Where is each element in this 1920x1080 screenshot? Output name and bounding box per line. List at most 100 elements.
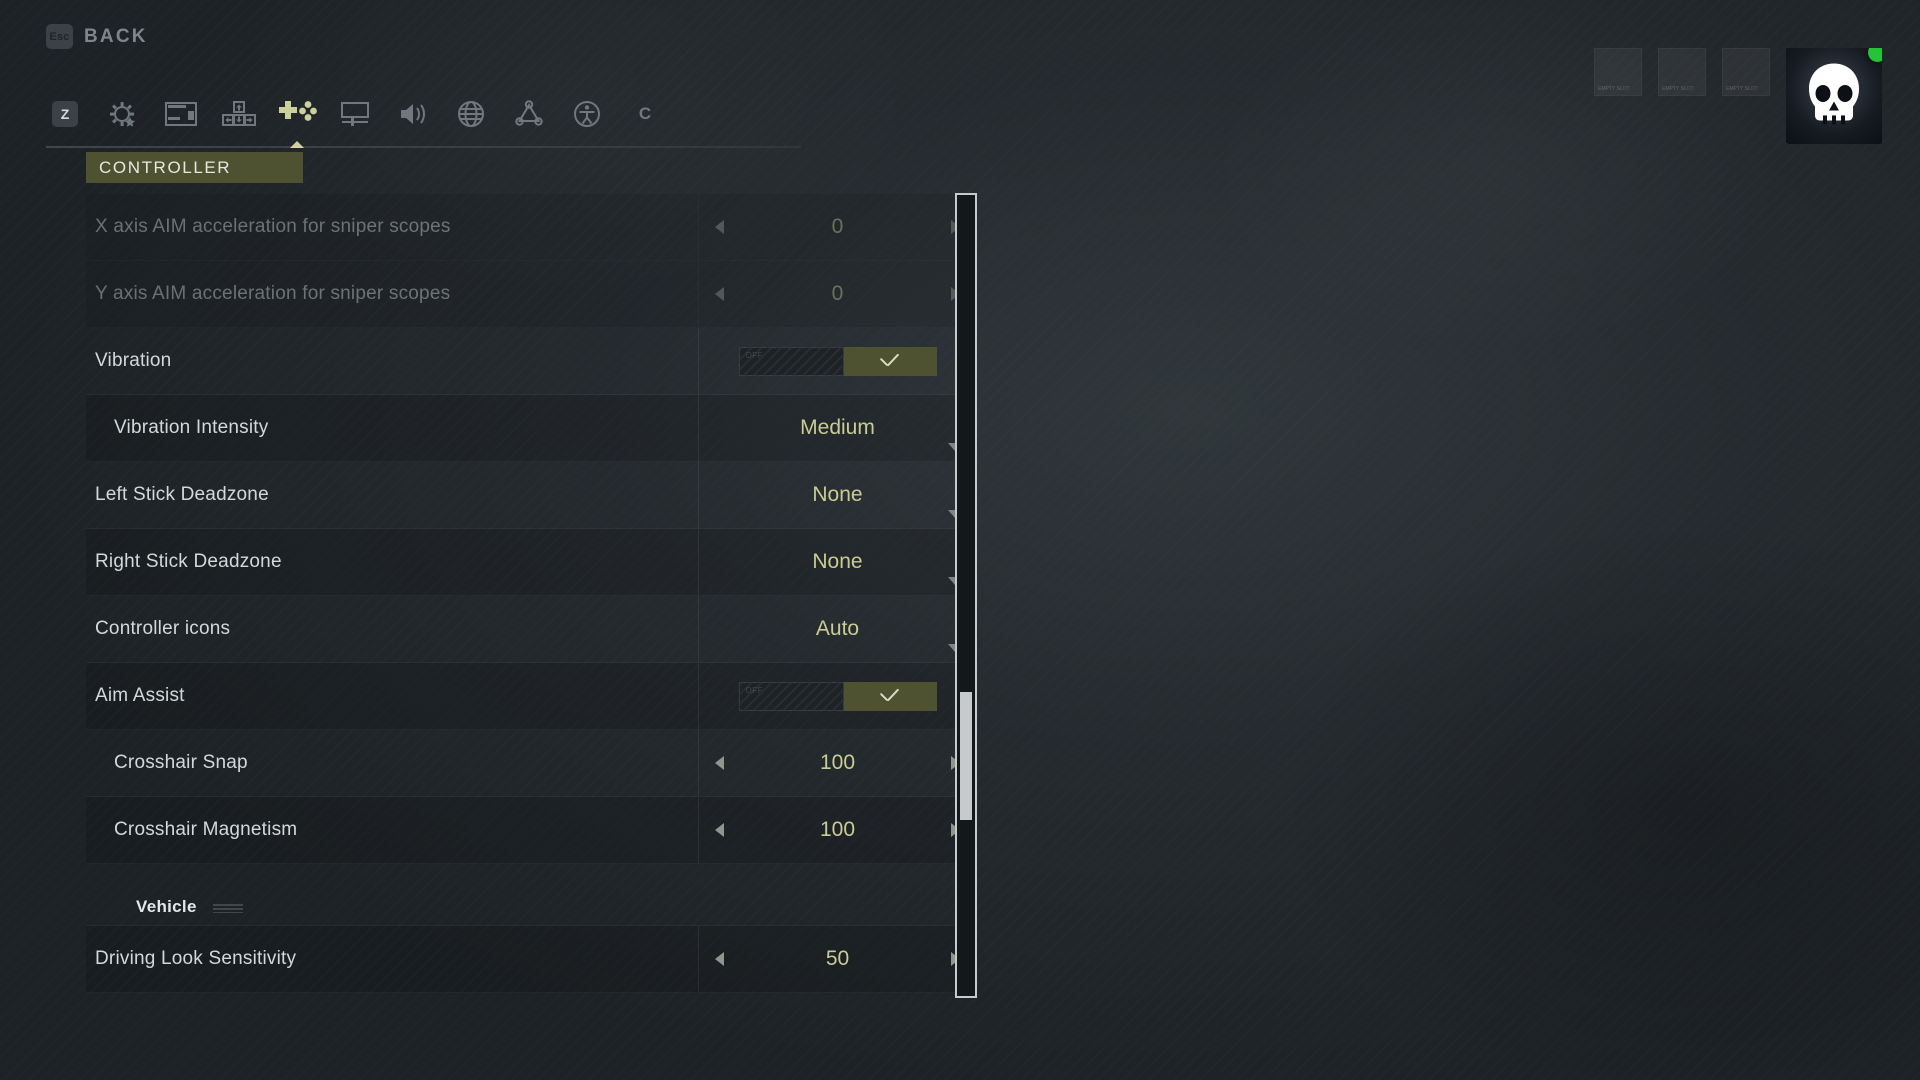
stepper-value: 50 <box>825 947 850 970</box>
globe-icon <box>458 101 484 127</box>
setting-control: None <box>698 529 976 595</box>
toggle-on-side[interactable] <box>843 346 937 376</box>
squad-slot-2[interactable]: EMPTY SLOT <box>1658 48 1706 96</box>
player-avatar[interactable] <box>1786 48 1882 144</box>
tab-keybinds[interactable]: Z <box>36 88 94 140</box>
speaker-icon <box>401 104 425 124</box>
tab-gameplay[interactable] <box>94 88 152 140</box>
setting-label: X axis AIM acceleration for sniper scope… <box>95 216 451 237</box>
tab-language[interactable] <box>442 88 500 140</box>
dropdown-left-stick-deadzone[interactable]: None <box>699 462 976 528</box>
back-label: BACK <box>84 25 148 47</box>
squad-slot-2-tag: EMPTY SLOT <box>1662 86 1694 92</box>
setting-label: Crosshair Magnetism <box>114 819 298 840</box>
setting-row-right-stick-deadzone[interactable]: Right Stick Deadzone None <box>86 529 976 596</box>
tab-accessibility[interactable] <box>558 88 616 140</box>
esc-key-icon: Esc <box>46 24 73 49</box>
squad-slot-1[interactable]: EMPTY SLOT <box>1594 48 1642 96</box>
settings-tab-strip: Z C <box>36 88 674 140</box>
setting-row-crosshair-magnetism[interactable]: Crosshair Magnetism 100 <box>86 797 976 864</box>
section-title-label: CONTROLLER <box>99 157 232 177</box>
monitor-icon <box>341 102 369 126</box>
tab-strip-divider <box>46 146 801 148</box>
toggle-aim-assist[interactable]: OFF <box>738 681 937 711</box>
setting-control: 0 <box>698 261 976 327</box>
stepper-crosshair-snap[interactable]: 100 <box>699 730 976 796</box>
tab-controller[interactable] <box>268 88 326 140</box>
tab-keyboard[interactable] <box>210 88 268 140</box>
stepper-decrease-arrow-icon[interactable] <box>715 823 724 837</box>
squad-slot-3-tag: EMPTY SLOT <box>1726 86 1758 92</box>
stepper-decrease-arrow-icon[interactable] <box>715 287 724 301</box>
squad-bar: EMPTY SLOT EMPTY SLOT EMPTY SLOT <box>1594 48 1882 144</box>
setting-row-vibration-intensity[interactable]: Vibration Intensity Medium <box>86 395 976 462</box>
toggle-off-label: OFF <box>745 685 763 695</box>
setting-control: 0 <box>698 194 976 260</box>
toggle-off-label: OFF <box>745 350 763 360</box>
stepper-value: 100 <box>819 818 856 841</box>
checkmark-icon <box>879 690 901 702</box>
setting-row-crosshair-snap[interactable]: Crosshair Snap 100 <box>86 730 976 797</box>
layout-panel-icon <box>165 102 197 126</box>
setting-control: 50 <box>698 926 976 992</box>
squad-slot-1-tag: EMPTY SLOT <box>1598 86 1630 92</box>
setting-row-vibration[interactable]: Vibration OFF <box>86 328 976 395</box>
setting-label: Vibration <box>95 350 172 371</box>
setting-row-left-stick-deadzone[interactable]: Left Stick Deadzone None <box>86 462 976 529</box>
toggle-off-side[interactable]: OFF <box>738 346 844 376</box>
tab-network[interactable] <box>500 88 558 140</box>
group-header-decoration <box>212 904 243 913</box>
z-key-icon: Z <box>52 101 78 127</box>
stepper-crosshair-magnetism[interactable]: 100 <box>699 797 976 863</box>
stepper-value: 0 <box>831 282 844 305</box>
section-title-controller: CONTROLLER <box>86 152 303 183</box>
stepper-x-axis-aim-acceleration-for-sniper-scopes[interactable]: 0 <box>699 194 976 260</box>
wasd-keys-icon <box>222 101 256 126</box>
skull-avatar-icon <box>1809 63 1859 125</box>
dropdown-value: None <box>812 483 863 506</box>
settings-scrollbar-track[interactable] <box>955 193 977 998</box>
setting-label: Left Stick Deadzone <box>95 484 269 505</box>
stepper-y-axis-aim-acceleration-for-sniper-scopes[interactable]: 0 <box>699 261 976 327</box>
checkmark-icon <box>879 355 901 367</box>
setting-label: Vibration Intensity <box>114 417 269 438</box>
stepper-driving-look-sensitivity[interactable]: 50 <box>699 926 976 992</box>
setting-control: None <box>698 462 976 528</box>
setting-label: Right Stick Deadzone <box>95 551 282 572</box>
toggle-on-side[interactable] <box>843 681 937 711</box>
setting-label: Driving Look Sensitivity <box>95 948 297 969</box>
setting-row-driving-look-sensitivity[interactable]: Driving Look Sensitivity 50 <box>86 926 976 993</box>
dropdown-right-stick-deadzone[interactable]: None <box>699 529 976 595</box>
tab-display[interactable] <box>326 88 384 140</box>
tab-audio[interactable] <box>384 88 442 140</box>
squad-slot-3[interactable]: EMPTY SLOT <box>1722 48 1770 96</box>
stepper-decrease-arrow-icon[interactable] <box>715 756 724 770</box>
setting-row-x-axis-aim-acceleration-for-sniper-scopes: X axis AIM acceleration for sniper scope… <box>86 194 976 261</box>
setting-control: Auto <box>698 596 976 662</box>
settings-scrollbar-thumb[interactable] <box>960 691 972 820</box>
tab-credits[interactable]: C <box>616 88 674 140</box>
settings-list: X axis AIM acceleration for sniper scope… <box>86 194 976 994</box>
dropdown-value: Auto <box>815 617 860 640</box>
dropdown-vibration-intensity[interactable]: Medium <box>699 395 976 461</box>
stepper-value: 100 <box>819 751 856 774</box>
setting-row-aim-assist[interactable]: Aim Assist OFF <box>86 663 976 730</box>
setting-control: 100 <box>698 730 976 796</box>
back-button[interactable]: Esc BACK <box>46 24 148 49</box>
setting-label: Controller icons <box>95 618 231 639</box>
dropdown-value: None <box>812 550 863 573</box>
tab-interface[interactable] <box>152 88 210 140</box>
toggle-vibration[interactable]: OFF <box>738 346 937 376</box>
setting-control: OFF <box>698 328 976 394</box>
network-nodes-icon <box>515 100 543 126</box>
setting-label: Crosshair Snap <box>114 752 248 773</box>
setting-control: Medium <box>698 395 976 461</box>
stepper-decrease-arrow-icon[interactable] <box>715 952 724 966</box>
setting-label: Aim Assist <box>95 685 185 706</box>
setting-row-controller-icons[interactable]: Controller icons Auto <box>86 596 976 663</box>
settings-screen: Esc BACK Z C CONTROLLER X axis AIM accel… <box>0 0 1920 1080</box>
toggle-off-side[interactable]: OFF <box>738 681 844 711</box>
dropdown-controller-icons[interactable]: Auto <box>699 596 976 662</box>
stepper-decrease-arrow-icon[interactable] <box>715 220 724 234</box>
gamepad-dpad-icon <box>279 101 317 121</box>
